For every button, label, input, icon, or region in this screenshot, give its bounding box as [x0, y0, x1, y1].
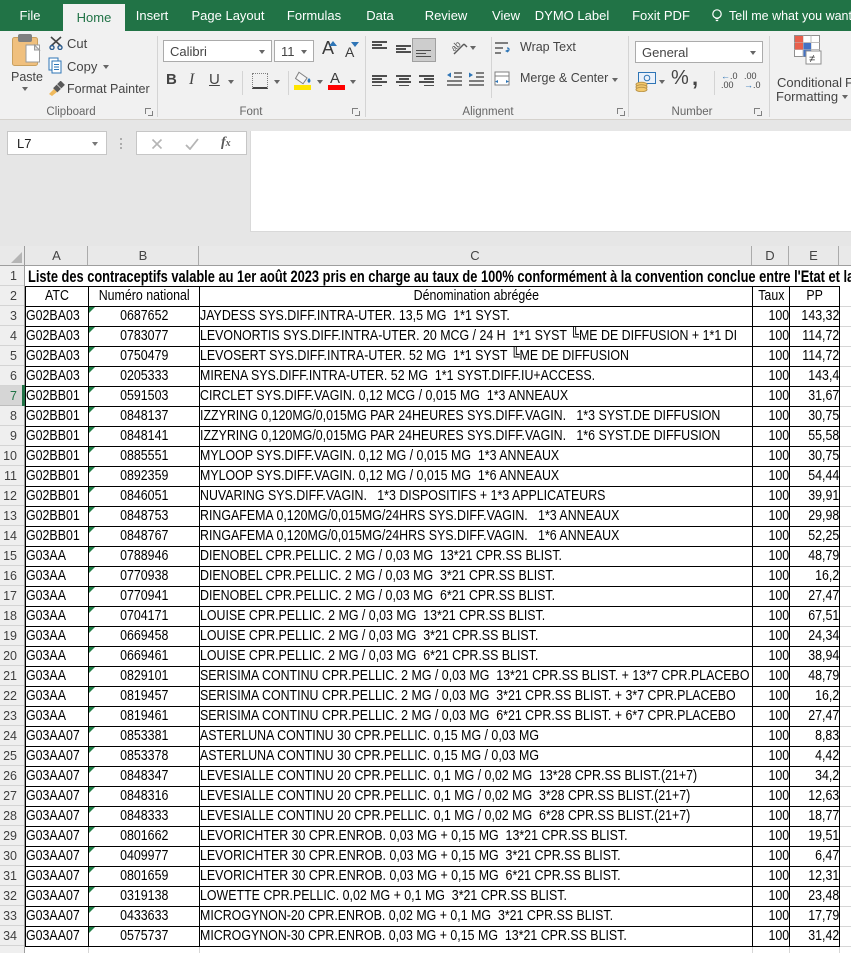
svg-text:≠: ≠ — [809, 53, 815, 65]
svg-text:ab: ab — [452, 40, 463, 53]
